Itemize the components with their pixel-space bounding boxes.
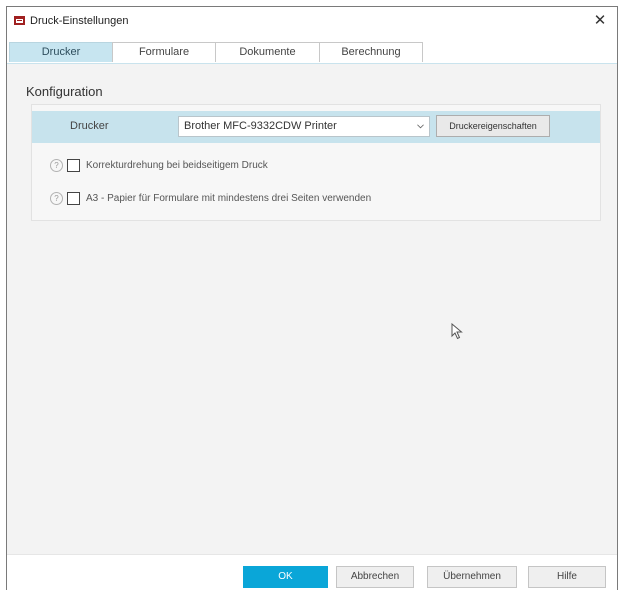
tab-drucker[interactable]: Drucker: [9, 42, 113, 62]
printer-select[interactable]: Brother MFC-9332CDW Printer: [178, 116, 430, 137]
apply-button[interactable]: Übernehmen: [427, 566, 517, 588]
duplex-rotation-label: Korrekturdrehung bei beidseitigem Druck: [86, 159, 268, 171]
print-settings-dialog: Druck-Einstellungen ✕ Drucker Formulare …: [6, 6, 618, 592]
help-button[interactable]: Hilfe: [528, 566, 606, 588]
duplex-rotation-checkbox[interactable]: [67, 158, 80, 172]
a3-paper-checkbox[interactable]: [67, 191, 80, 205]
tab-bar: Drucker Formulare Dokumente Berechnung: [9, 42, 423, 63]
ok-button[interactable]: OK: [243, 566, 328, 588]
help-icon[interactable]: ?: [50, 191, 63, 205]
a3-paper-label: A3 - Papier für Formulare mit mindestens…: [86, 192, 372, 204]
printer-select-value: Brother MFC-9332CDW Printer: [184, 120, 337, 132]
help-icon[interactable]: ?: [50, 158, 63, 172]
printer-label: Drucker: [70, 120, 109, 132]
tab-content-drucker: Konfiguration Drucker Brother MFC-9332CD…: [7, 64, 617, 554]
printer-properties-button[interactable]: Druckereigenschaften: [436, 115, 550, 137]
printer-row: Drucker Brother MFC-9332CDW Printer Druc…: [32, 111, 600, 143]
app-icon: [14, 16, 25, 25]
option-duplex-rotation: ? Korrekturdrehung bei beidseitigem Druc…: [50, 156, 268, 174]
tab-formulare[interactable]: Formulare: [112, 42, 216, 62]
title-bar: Druck-Einstellungen ✕: [7, 7, 617, 35]
tab-dokumente[interactable]: Dokumente: [215, 42, 320, 62]
close-icon[interactable]: ✕: [589, 10, 611, 32]
window-title: Druck-Einstellungen: [30, 15, 129, 27]
mouse-cursor-icon: [451, 323, 463, 340]
section-title: Konfiguration: [26, 84, 103, 99]
option-a3-paper: ? A3 - Papier für Formulare mit mindeste…: [50, 189, 371, 207]
cancel-button[interactable]: Abbrechen: [336, 566, 414, 588]
tab-berechnung[interactable]: Berechnung: [319, 42, 423, 62]
chevron-down-icon: [417, 124, 424, 129]
dialog-footer: OK Abbrechen Übernehmen Hilfe: [7, 554, 617, 592]
configuration-panel: Drucker Brother MFC-9332CDW Printer Druc…: [31, 104, 601, 221]
